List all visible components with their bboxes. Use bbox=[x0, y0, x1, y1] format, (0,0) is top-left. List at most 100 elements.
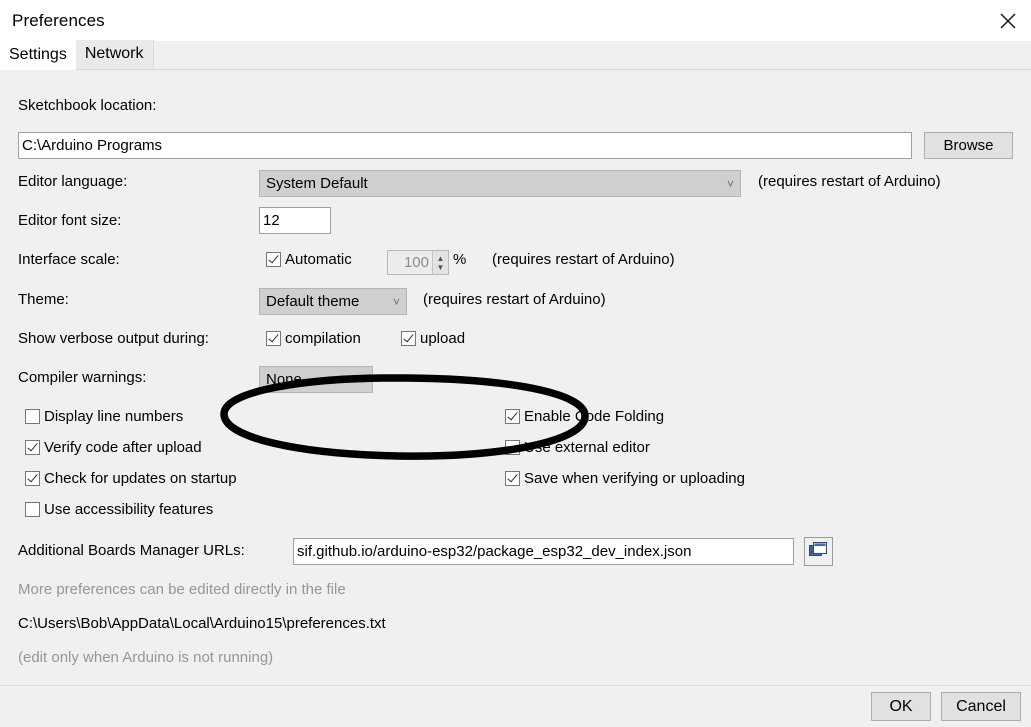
checkbox-box-icon bbox=[266, 331, 281, 346]
interface-scale-label-wrap: Interface scale: bbox=[18, 251, 120, 268]
boards-urls-edit-button[interactable] bbox=[804, 537, 833, 566]
dialog-footer: OK Cancel bbox=[0, 685, 1031, 727]
save-when-verifying-wrap: Save when verifying or uploading bbox=[505, 470, 745, 487]
browse-button-wrap: Browse bbox=[924, 132, 1013, 159]
editor-font-size-label: Editor font size: bbox=[18, 212, 122, 229]
automatic-label: Automatic bbox=[285, 251, 352, 268]
display-line-numbers-wrap: Display line numbers bbox=[25, 408, 183, 425]
checkbox-box-icon bbox=[505, 471, 520, 486]
more-prefs-line1: More preferences can be edited directly … bbox=[18, 581, 346, 598]
interface-scale-stepper[interactable]: 100 ▲ ▼ bbox=[387, 250, 449, 275]
compiler-warnings-combo-wrap: None ˅ bbox=[259, 366, 373, 393]
verbose-upload-label: upload bbox=[420, 330, 466, 347]
verify-code-after-upload-wrap: Verify code after upload bbox=[25, 439, 202, 456]
editor-language-value: System Default bbox=[266, 175, 368, 192]
more-prefs-path-wrap: C:\Users\Bob\AppData\Local\Arduino15\pre… bbox=[18, 615, 386, 632]
stepper-arrows-icon[interactable]: ▲ ▼ bbox=[432, 251, 448, 274]
stepper-up-icon[interactable]: ▲ bbox=[437, 254, 445, 263]
editor-language-label: Editor language: bbox=[18, 173, 128, 190]
stepper-down-icon[interactable]: ▼ bbox=[437, 263, 445, 272]
automatic-checkbox[interactable]: Automatic bbox=[266, 251, 352, 268]
use-accessibility-checkbox[interactable]: Use accessibility features bbox=[25, 501, 213, 518]
theme-combo-wrap: Default theme ˅ bbox=[259, 288, 407, 315]
display-line-numbers-label: Display line numbers bbox=[44, 408, 184, 425]
more-prefs-path: C:\Users\Bob\AppData\Local\Arduino15\pre… bbox=[18, 615, 386, 632]
ok-button[interactable]: OK bbox=[871, 692, 931, 721]
compiler-warnings-label-wrap: Compiler warnings: bbox=[18, 369, 146, 386]
percent-symbol-wrap: % bbox=[453, 251, 466, 268]
interface-scale-note-wrap: (requires restart of Arduino) bbox=[492, 251, 675, 268]
editor-font-size-label-wrap: Editor font size: bbox=[18, 212, 121, 229]
theme-note: (requires restart of Arduino) bbox=[423, 291, 606, 308]
tab-network[interactable]: Network bbox=[75, 40, 154, 69]
tab-strip: Settings Network bbox=[0, 40, 1031, 70]
editor-font-size-input-wrap bbox=[259, 207, 331, 234]
save-when-verifying-checkbox[interactable]: Save when verifying or uploading bbox=[505, 470, 745, 487]
editor-language-combo-wrap: System Default ˅ bbox=[259, 170, 741, 197]
save-when-verifying-label: Save when verifying or uploading bbox=[524, 470, 745, 487]
theme-note-wrap: (requires restart of Arduino) bbox=[423, 291, 606, 308]
boards-urls-edit-wrap bbox=[804, 537, 833, 566]
editor-language-note: (requires restart of Arduino) bbox=[758, 173, 941, 190]
checkbox-box-icon bbox=[25, 471, 40, 486]
verbose-upload-wrap: upload bbox=[401, 330, 465, 347]
theme-label-wrap: Theme: bbox=[18, 291, 69, 308]
windows-copy-icon bbox=[809, 542, 827, 556]
chevron-down-icon: ˅ bbox=[358, 372, 366, 387]
editor-language-select[interactable]: System Default ˅ bbox=[259, 170, 741, 197]
enable-code-folding-wrap: Enable Code Folding bbox=[505, 408, 664, 425]
use-external-editor-checkbox[interactable]: Use external editor bbox=[505, 439, 650, 456]
boards-urls-input-wrap bbox=[293, 538, 794, 565]
chevron-down-icon: ˅ bbox=[726, 176, 734, 191]
cancel-button[interactable]: Cancel bbox=[941, 692, 1021, 721]
settings-panel: Sketchbook location: Browse Editor langu… bbox=[0, 70, 1031, 685]
tab-settings[interactable]: Settings bbox=[0, 41, 76, 70]
theme-select[interactable]: Default theme ˅ bbox=[259, 288, 407, 315]
editor-font-size-input[interactable] bbox=[259, 207, 331, 234]
checkbox-box-icon bbox=[266, 252, 281, 267]
chevron-down-icon: ˅ bbox=[392, 294, 400, 309]
checkbox-box-icon bbox=[25, 502, 40, 517]
verbose-upload-checkbox[interactable]: upload bbox=[401, 330, 465, 347]
enable-code-folding-label: Enable Code Folding bbox=[524, 408, 665, 425]
compiler-warnings-select[interactable]: None ˅ bbox=[259, 366, 373, 393]
check-for-updates-wrap: Check for updates on startup bbox=[25, 470, 237, 487]
close-button[interactable] bbox=[985, 0, 1031, 41]
checkbox-box-icon bbox=[505, 409, 520, 424]
display-line-numbers-checkbox[interactable]: Display line numbers bbox=[25, 408, 183, 425]
verify-code-after-upload-checkbox[interactable]: Verify code after upload bbox=[25, 439, 202, 456]
verbose-compilation-label: compilation bbox=[285, 330, 361, 347]
preferences-dialog: Preferences Settings Network Sketchbook … bbox=[0, 0, 1031, 727]
theme-label: Theme: bbox=[18, 291, 69, 308]
theme-value: Default theme bbox=[266, 293, 360, 310]
sketchbook-location-label: Sketchbook location: bbox=[18, 97, 157, 114]
check-for-updates-label: Check for updates on startup bbox=[44, 470, 237, 487]
check-for-updates-checkbox[interactable]: Check for updates on startup bbox=[25, 470, 237, 487]
sketchbook-location-input[interactable] bbox=[18, 132, 912, 159]
use-accessibility-label: Use accessibility features bbox=[44, 501, 214, 518]
verbose-compilation-checkbox[interactable]: compilation bbox=[266, 330, 361, 347]
more-prefs-line3: (edit only when Arduino is not running) bbox=[18, 649, 274, 666]
use-external-editor-label: Use external editor bbox=[524, 439, 650, 456]
boards-urls-input[interactable] bbox=[293, 538, 794, 565]
compiler-warnings-label: Compiler warnings: bbox=[18, 369, 147, 386]
interface-scale-automatic-wrap: Automatic bbox=[266, 251, 352, 268]
enable-code-folding-checkbox[interactable]: Enable Code Folding bbox=[505, 408, 664, 425]
checkbox-box-icon bbox=[25, 409, 40, 424]
more-prefs-line3-wrap: (edit only when Arduino is not running) bbox=[18, 649, 273, 666]
title-bar: Preferences bbox=[0, 0, 1031, 41]
editor-language-note-wrap: (requires restart of Arduino) bbox=[758, 173, 941, 190]
checkbox-box-icon bbox=[505, 440, 520, 455]
boards-urls-label-wrap: Additional Boards Manager URLs: bbox=[18, 542, 245, 559]
sketchbook-input-row bbox=[18, 132, 912, 159]
interface-scale-note: (requires restart of Arduino) bbox=[492, 251, 675, 268]
interface-scale-spinner-wrap: 100 ▲ ▼ bbox=[387, 250, 449, 275]
browse-button[interactable]: Browse bbox=[924, 132, 1013, 159]
more-prefs-line1-wrap: More preferences can be edited directly … bbox=[18, 581, 346, 598]
compiler-warnings-value: None bbox=[266, 371, 302, 388]
percent-symbol: % bbox=[453, 251, 467, 268]
use-external-editor-wrap: Use external editor bbox=[505, 439, 650, 456]
verbose-output-label: Show verbose output during: bbox=[18, 330, 209, 347]
sketchbook-location-row: Sketchbook location: bbox=[18, 97, 156, 114]
interface-scale-label: Interface scale: bbox=[18, 251, 120, 268]
